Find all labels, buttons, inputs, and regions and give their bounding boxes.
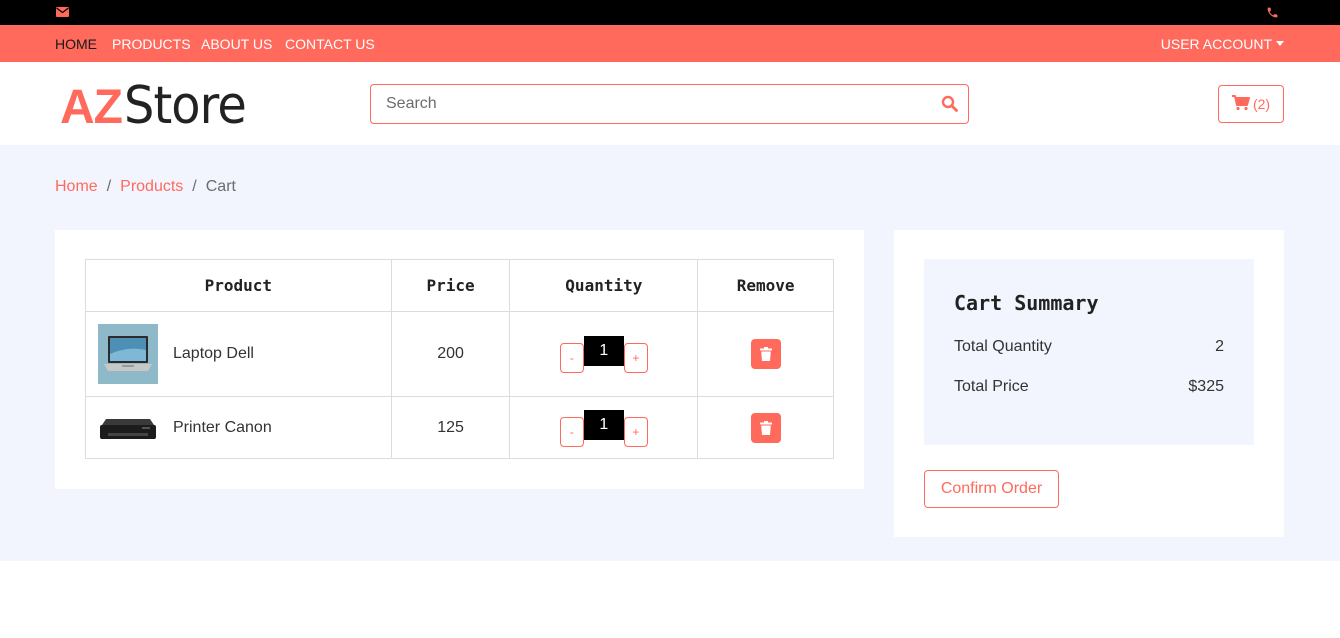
cart-table: Product Price Quantity Remove Laptop Del… <box>85 259 834 459</box>
total-quantity-label: Total Quantity <box>954 338 1052 355</box>
laptop-icon[interactable] <box>98 324 158 384</box>
product-name[interactable]: Printer Canon <box>173 419 272 437</box>
total-quantity-row: Total Quantity 2 <box>954 338 1224 356</box>
product-cell: Printer Canon <box>85 396 392 459</box>
quantity-value[interactable]: 1 <box>583 336 624 366</box>
breadcrumb-separator: / <box>192 178 197 195</box>
table-row: Laptop Dell 200 - 1 + <box>85 311 834 397</box>
trash-icon <box>759 420 772 435</box>
remove-item-button[interactable] <box>750 412 781 443</box>
user-account-dropdown[interactable]: USER ACCOUNT <box>1161 36 1284 52</box>
phone-icon[interactable] <box>1265 5 1279 19</box>
column-header-quantity: Quantity <box>509 259 699 312</box>
site-logo[interactable]: AZ Store <box>60 76 256 136</box>
price-cell: 125 <box>390 396 511 459</box>
breadcrumb-current: Cart <box>205 178 236 195</box>
shopping-cart-icon <box>1231 94 1250 114</box>
breadcrumb-products[interactable]: Products <box>120 178 183 196</box>
nav-home[interactable]: HOME <box>55 36 97 52</box>
logo-az: AZ <box>60 81 123 134</box>
search-icon[interactable] <box>941 95 959 113</box>
caret-down-icon <box>1276 40 1284 46</box>
column-header-remove: Remove <box>697 259 834 312</box>
cart-summary-title: Cart Summary <box>954 291 1099 315</box>
total-price-label: Total Price <box>954 378 1029 395</box>
breadcrumb-home[interactable]: Home <box>55 178 98 196</box>
search-input[interactable] <box>371 85 911 123</box>
decrease-quantity-button[interactable]: - <box>559 416 584 447</box>
main-navbar: HOME PRODUCTS ABOUT US CONTACT US USER A… <box>0 25 1340 62</box>
remove-cell <box>697 311 834 397</box>
top-contact-bar <box>0 0 1340 25</box>
quantity-value[interactable]: 1 <box>583 409 624 440</box>
logo-store: Store <box>123 76 247 136</box>
table-row: Printer Canon 125 - 1 + <box>85 396 834 459</box>
quantity-cell: - 1 + <box>509 396 699 459</box>
cart-summary-box: Cart Summary Total Quantity 2 Total Pric… <box>924 259 1254 445</box>
total-quantity-value: 2 <box>1215 338 1224 355</box>
remove-cell <box>697 396 834 459</box>
total-price-row: Total Price $325 <box>954 378 1224 396</box>
main-content: Home / Products / Cart Product Price Qua… <box>0 145 1340 561</box>
increase-quantity-button[interactable]: + <box>623 343 648 373</box>
nav-products[interactable]: PRODUCTS <box>112 36 191 52</box>
cart-summary-panel: Cart Summary Total Quantity 2 Total Pric… <box>894 230 1284 537</box>
quantity-stepper: - 1 + <box>559 408 648 448</box>
nav-contact-us[interactable]: CONTACT US <box>285 36 375 52</box>
cart-button[interactable]: (2) <box>1218 85 1284 123</box>
nav-about-us[interactable]: ABOUT US <box>201 36 272 52</box>
total-price-value: $325 <box>1188 378 1224 395</box>
breadcrumb-separator: / <box>106 178 112 195</box>
site-header: AZ Store (2) <box>0 62 1340 145</box>
increase-quantity-button[interactable]: + <box>623 416 648 447</box>
cart-panel: Product Price Quantity Remove Laptop Del… <box>55 230 864 489</box>
price-cell: 200 <box>390 311 511 397</box>
envelope-icon[interactable] <box>55 5 69 19</box>
cart-count: (2) <box>1252 96 1271 112</box>
breadcrumb: Home / Products / Cart <box>55 178 236 196</box>
trash-icon <box>759 347 772 361</box>
user-account-label: USER ACCOUNT <box>1160 36 1272 52</box>
printer-icon[interactable] <box>98 398 158 458</box>
search-box <box>370 84 969 124</box>
product-cell: Laptop Dell <box>85 311 392 397</box>
column-header-price: Price <box>390 259 511 312</box>
decrease-quantity-button[interactable]: - <box>559 343 584 373</box>
quantity-cell: - 1 + <box>509 311 699 397</box>
remove-item-button[interactable] <box>750 339 781 369</box>
product-name[interactable]: Laptop Dell <box>173 345 254 363</box>
quantity-stepper: - 1 + <box>559 334 648 374</box>
confirm-order-button[interactable]: Confirm Order <box>924 470 1059 508</box>
column-header-product: Product <box>85 259 392 312</box>
